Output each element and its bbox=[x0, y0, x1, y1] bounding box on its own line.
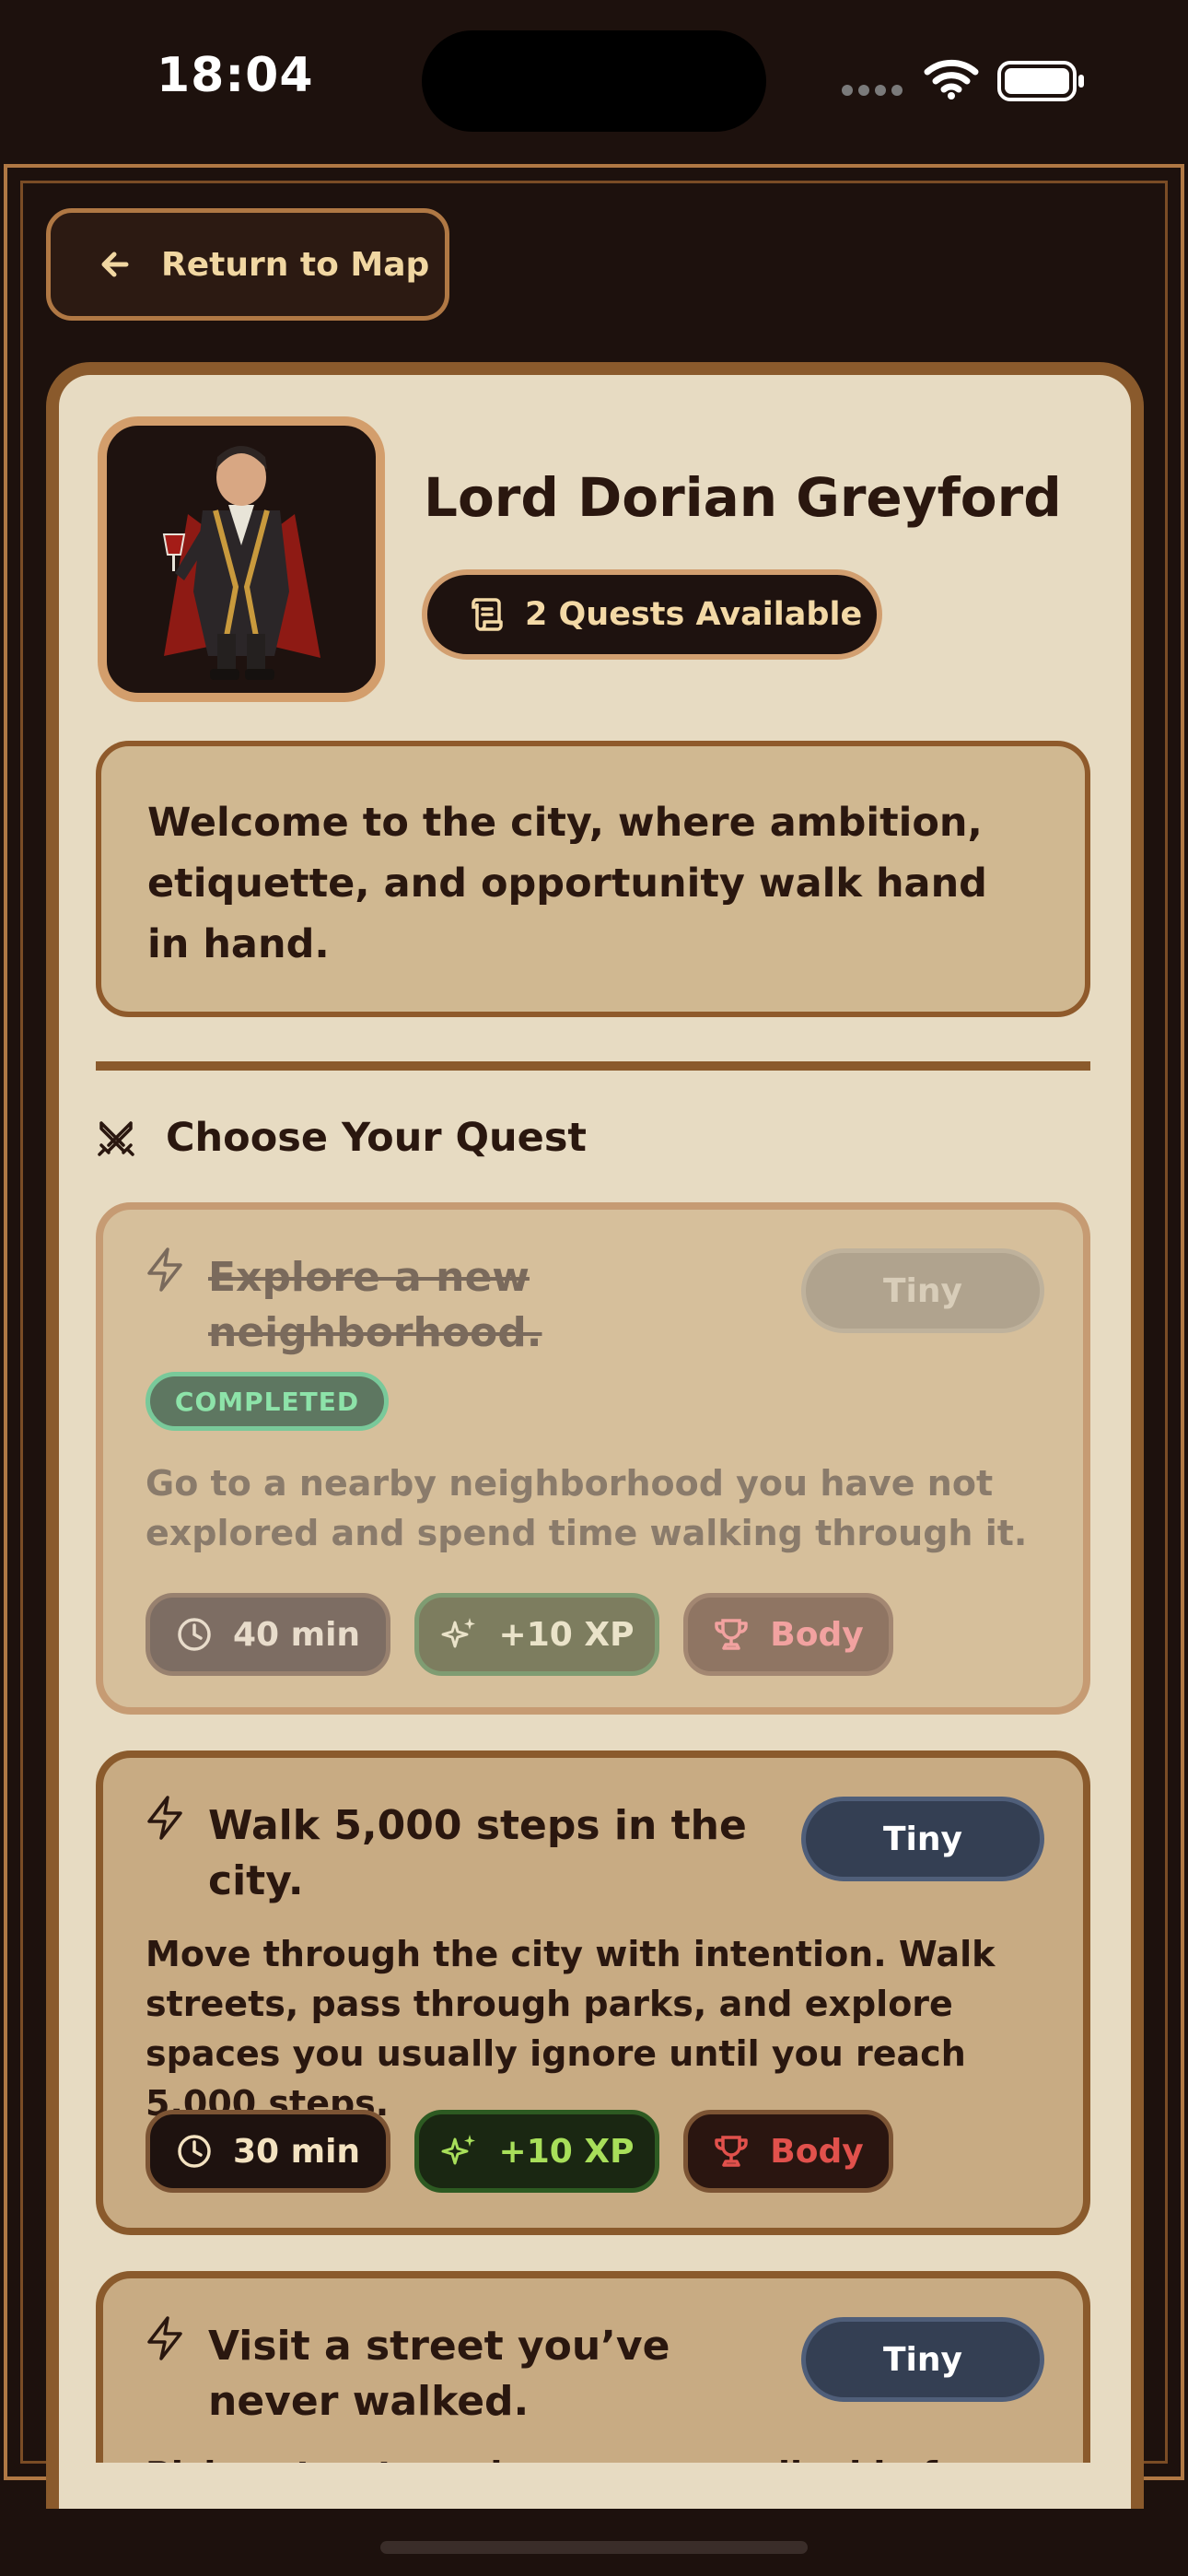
quest-description: Pick a street you have never walked befo… bbox=[146, 2450, 1066, 2463]
lightning-icon bbox=[144, 2315, 186, 2365]
home-indicator[interactable] bbox=[380, 2541, 808, 2554]
quest-scroll-clip: Visit a street you’ve never walked. Tiny… bbox=[0, 0, 1188, 2463]
difficulty-badge: Tiny bbox=[801, 2317, 1044, 2402]
quest-card[interactable]: Visit a street you’ve never walked. Tiny… bbox=[96, 2271, 1090, 2463]
quest-title: Visit a street you’ve never walked. bbox=[208, 2323, 670, 2425]
